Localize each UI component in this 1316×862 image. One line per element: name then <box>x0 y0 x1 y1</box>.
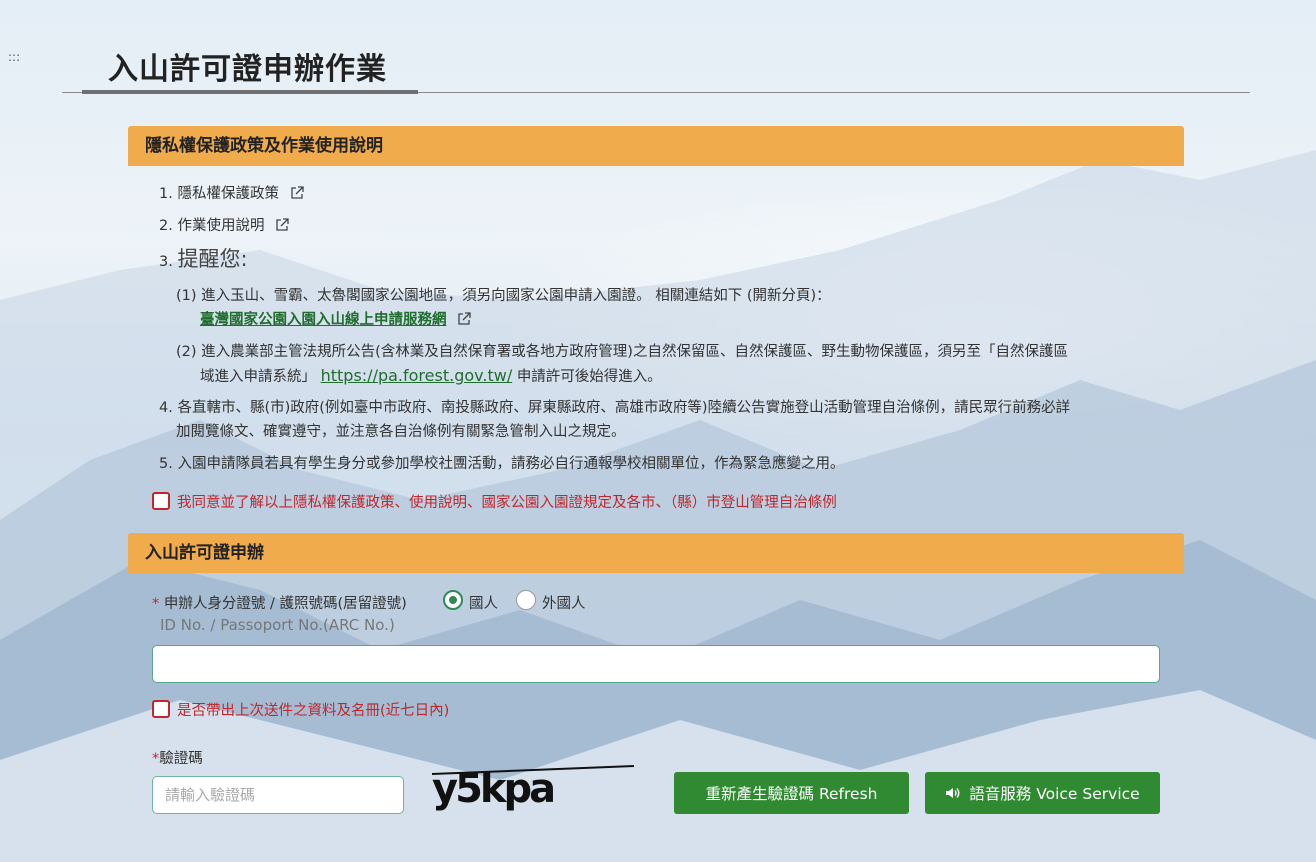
local-regulation-item: 4. 各直轄市、縣(市)政府(例如臺中市政府、南投縣政府、屏東縣政府、高雄市政府… <box>159 400 1071 416</box>
svg-text:y5kpa: y5kpa <box>432 766 553 812</box>
menu-handle-icon[interactable]: ::: <box>8 50 20 64</box>
required-mark: * <box>152 596 160 612</box>
agree-checkbox[interactable] <box>152 492 170 510</box>
external-link-icon <box>458 312 471 325</box>
privacy-policy-item[interactable]: 1. 隱私權保護政策 <box>159 182 305 206</box>
voice-service-button[interactable]: 語音服務 Voice Service <box>925 772 1160 814</box>
speaker-icon <box>946 788 960 798</box>
usage-guide-link[interactable]: 作業使用說明 <box>177 218 264 234</box>
privacy-policy-link[interactable]: 隱私權保護政策 <box>177 186 279 202</box>
permit-section-header: 入山許可證申辦 <box>128 533 1184 573</box>
bring-last-label[interactable]: 是否帶出上次送件之資料及名冊(近七日內) <box>177 701 449 721</box>
captcha-image: y5kpa <box>431 765 635 812</box>
reminder-sub1: (1) 進入玉山、雪霸、太魯閣國家公園地區，須另向國家公園申請入園證。 相關連結… <box>176 288 831 304</box>
usage-guide-item[interactable]: 2. 作業使用說明 <box>159 214 290 238</box>
external-link-icon <box>290 186 304 199</box>
id-input[interactable] <box>152 645 1160 683</box>
captcha-input[interactable] <box>152 776 404 814</box>
reminder-sub2-line1: (2) 進入農業部主管法規所公告(含林業及自然保育署或各地方政府管理)之自然保留… <box>176 344 1068 360</box>
local-regulation-item-line2: 加閱覽條文、確實遵守，並注意各自治條例有關緊急管制入山之規定。 <box>176 424 626 440</box>
national-park-link[interactable]: 臺灣國家公園入園入山線上申請服務網 <box>200 312 447 328</box>
radio-citizen[interactable] <box>443 590 463 610</box>
forest-pa-link[interactable]: https://pa.forest.gov.tw/ <box>321 366 513 385</box>
bring-last-checkbox[interactable] <box>152 700 170 718</box>
title-underline <box>82 90 418 94</box>
student-notice-item: 5. 入園申請隊員若具有學生身分或參加學校社團活動，請務必自行通報學校相關單位，… <box>159 456 845 472</box>
privacy-section-header: 隱私權保護政策及作業使用說明 <box>128 126 1184 166</box>
reminder-sub2-line2: 域進入申請系統」 https://pa.forest.gov.tw/ 申請許可後… <box>200 366 662 385</box>
refresh-captcha-button[interactable]: 重新產生驗證碼 Refresh <box>674 772 909 814</box>
radio-foreigner-label[interactable]: 外國人 <box>542 592 586 613</box>
captcha-label: *驗證碼 <box>152 751 203 767</box>
page-title: 入山許可證申辦作業 <box>108 52 387 87</box>
radio-citizen-label[interactable]: 國人 <box>469 592 498 613</box>
reminder-item: 3. 提醒您: <box>159 247 248 271</box>
national-park-link-row[interactable]: 臺灣國家公園入園入山線上申請服務網 <box>200 308 472 332</box>
id-field-label-en: ID No. / Passoport No.(ARC No.) <box>160 616 395 634</box>
external-link-icon <box>276 218 289 231</box>
radio-foreigner[interactable] <box>516 590 536 610</box>
reminder-heading: 提醒您: <box>177 247 248 271</box>
id-field-label: * 申辦人身分證號 / 護照號碼(居留證號) <box>152 596 407 612</box>
agree-label[interactable]: 我同意並了解以上隱私權保護政策、使用說明、國家公園入園證規定及各市、（縣）市登山… <box>177 493 837 513</box>
